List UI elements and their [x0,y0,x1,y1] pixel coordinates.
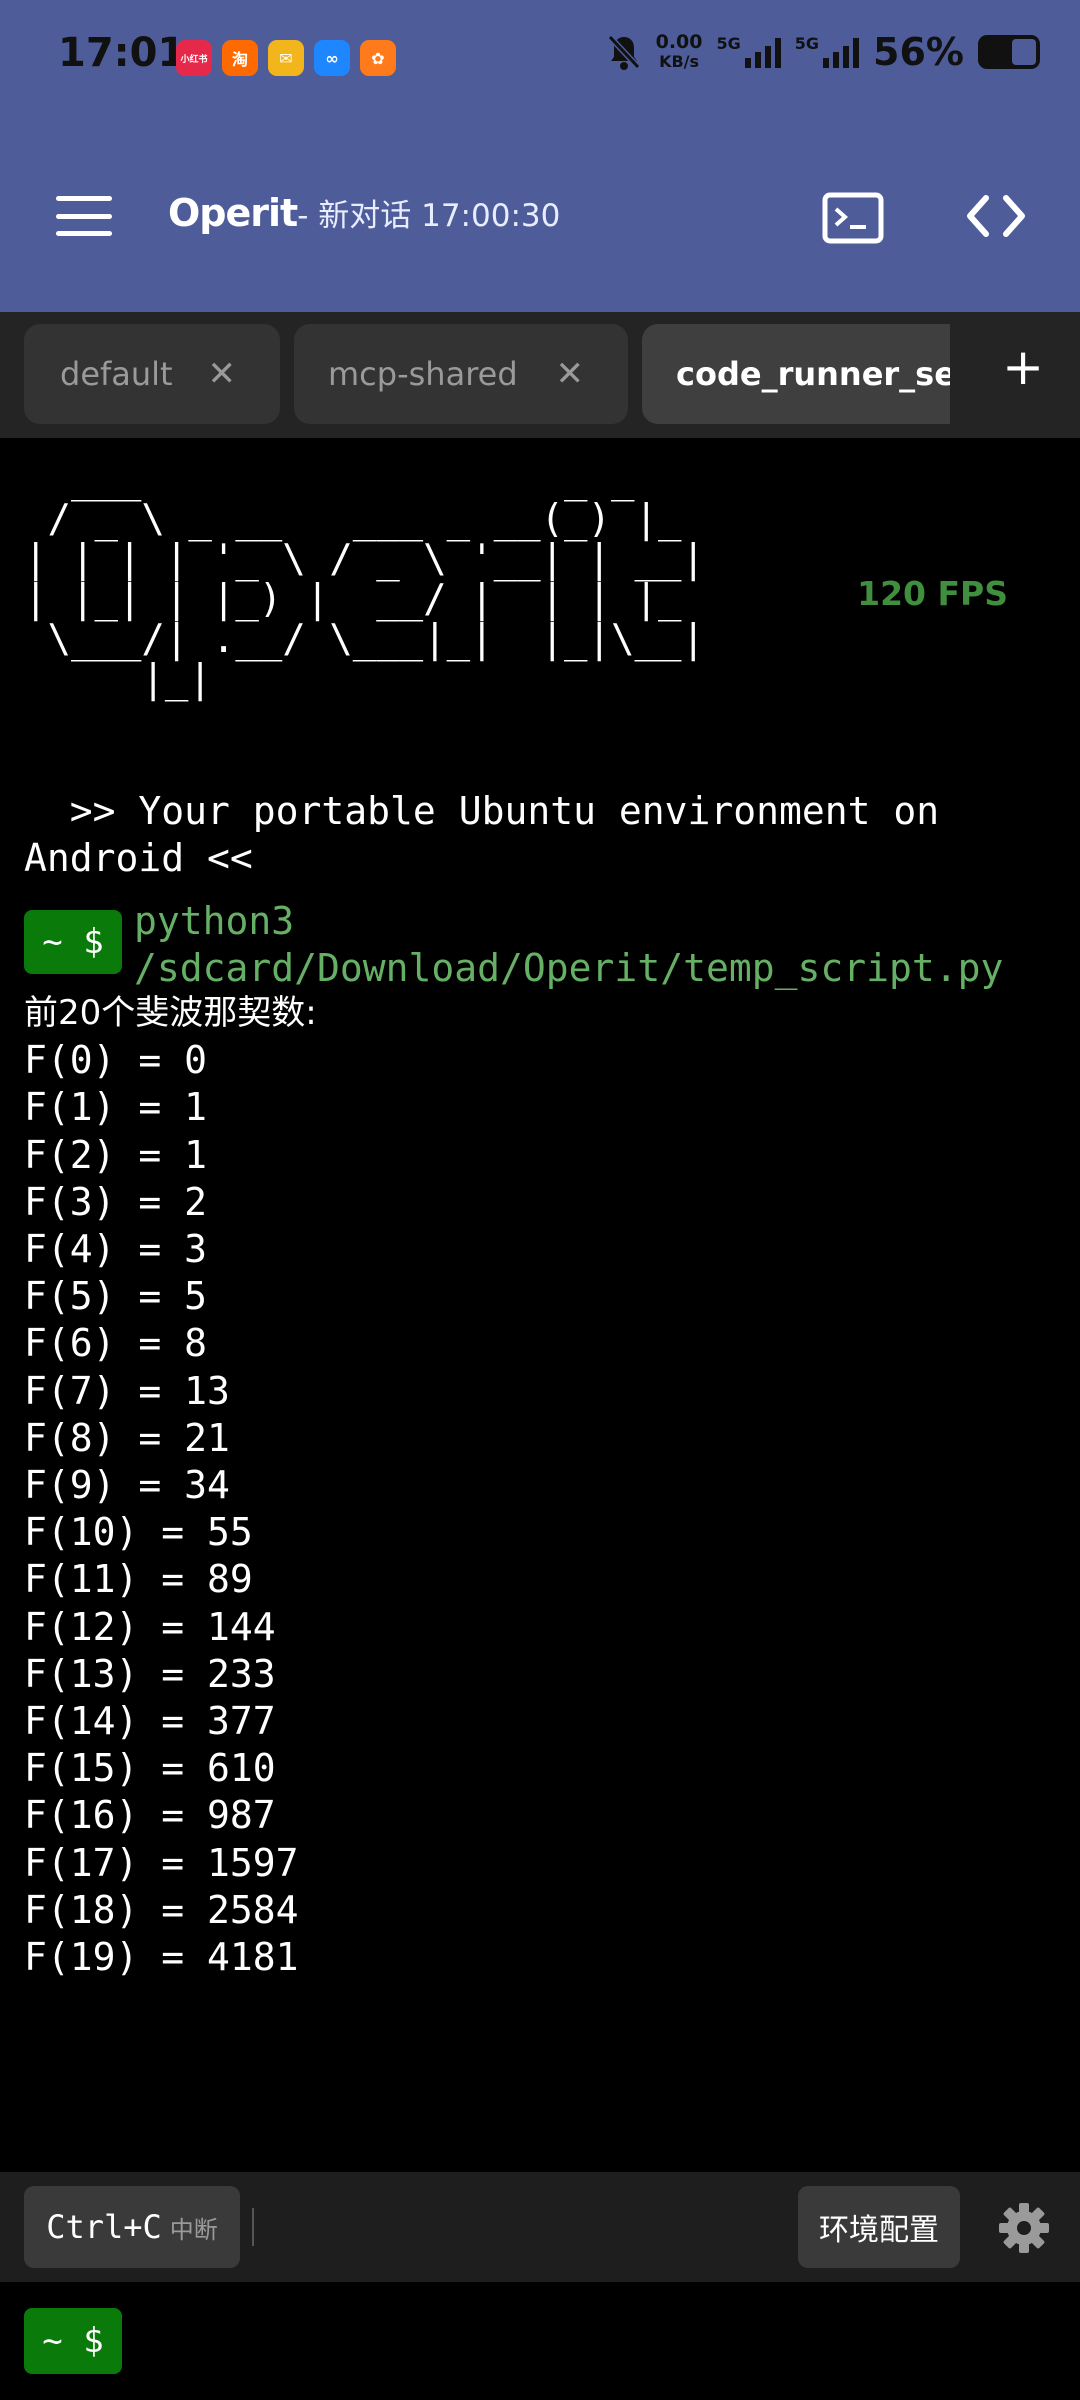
page-title: Operit - 新对话 17:00:30 [168,190,560,235]
link-app-icon: ∞ [314,40,350,76]
output-line: F(6) = 8 [24,1321,208,1366]
status-time: 17:01 [58,30,186,76]
session-tabs: default ✕ mcp-shared ✕ code_runner_sessi… [0,312,1080,438]
output-line: F(2) = 1 [24,1132,208,1177]
ctrl-c-key: Ctrl+C [46,2208,162,2246]
output-heading: 前20个斐波那契数: [24,993,317,1033]
conversation-subtitle: - 新对话 17:00:30 [297,198,561,234]
env-config-button[interactable]: 环境配置 [798,2186,960,2268]
output-line: F(18) = 2584 [24,1887,299,1932]
taobao-icon: 淘 [222,40,258,76]
mail-icon: ✉ [268,40,304,76]
output-line: F(11) = 89 [24,1557,253,1602]
terminal-output[interactable]: ___ _ _ / _ \ _ __ ___ _ __(_) |_ | | | … [0,438,1080,2172]
output-line: F(9) = 34 [24,1463,230,1508]
command-text: python3 /sdcard/Download/Operit/temp_scr… [134,899,1004,990]
net-type-1: 5G [716,33,741,53]
output-line: F(4) = 3 [24,1227,208,1272]
ctrl-c-button[interactable]: Ctrl+C 中断 [24,2186,240,2268]
divider [252,2208,254,2246]
output-line: F(16) = 987 [24,1793,276,1838]
battery-icon [978,35,1040,69]
output-line: F(15) = 610 [24,1746,276,1791]
tab-label: mcp-shared [328,355,518,393]
output-line: F(8) = 21 [24,1415,230,1460]
ascii-banner: ___ _ _ / _ \ _ __ ___ _ __(_) |_ | | | … [24,457,705,702]
battery-percent: 56% [873,30,964,74]
output-line: F(3) = 2 [24,1179,208,1224]
tab-label: default [60,355,173,393]
output-line: F(13) = 233 [24,1651,276,1696]
net-type-2: 5G [794,33,820,53]
ctrl-c-hint: 中断 [169,2215,218,2244]
terminal-input[interactable]: ~ $ [0,2282,1080,2400]
output-line: F(0) = 0 [24,1038,208,1083]
terminal-toolbar: Ctrl+C 中断 环境配置 [0,2172,1080,2282]
fps-counter: 120 FPS [857,574,1008,613]
output-line: F(10) = 55 [24,1510,253,1555]
code-icon[interactable] [964,192,1028,240]
network-speed: 0.00 KB/s [656,32,703,72]
status-indicators: 0.00 KB/s 5G 5G 56% [606,30,1040,74]
program-output: 前20个斐波那契数: F(0) = 0 F(1) = 1 F(2) = 1 F(3) … [24,990,317,1981]
signal-strength-icon [744,36,781,68]
tab-code-runner-session[interactable]: code_runner_session [642,324,950,424]
close-icon[interactable]: ✕ [208,354,237,394]
input-prompt-badge: ~ $ [24,2308,122,2374]
tab-label: code_runner_session [676,355,950,393]
mute-bell-icon [607,34,640,70]
add-tab-button[interactable]: + [1002,338,1044,396]
tab-default[interactable]: default ✕ [24,324,280,424]
net-speed-unit: KB/s [659,52,700,71]
output-line: F(14) = 377 [24,1699,276,1744]
close-icon[interactable]: ✕ [556,354,585,394]
output-line: F(5) = 5 [24,1274,208,1319]
output-line: F(1) = 1 [24,1085,208,1130]
terminal-icon[interactable] [822,192,884,244]
output-line: F(17) = 1597 [24,1840,299,1885]
app-name: Operit [168,191,298,235]
delivery-app-icon: ✿ [360,40,396,76]
notification-icons: 小红书淘 ✉ ∞ ✿ [176,40,396,76]
xiaohongshu-icon: 小红书 [176,40,212,76]
gear-icon[interactable] [998,2202,1050,2254]
output-line: F(19) = 4181 [24,1935,299,1980]
tab-mcp-shared[interactable]: mcp-shared ✕ [294,324,628,424]
app-header: 17:01 小红书淘 ✉ ∞ ✿ 0.00 KB/s 5G 5G 56% Operit… [0,0,1080,312]
welcome-tagline: >> Your portable Ubuntu environment on A… [24,789,963,880]
output-line: F(7) = 13 [24,1368,230,1413]
signal-strength-icon-2 [823,36,860,68]
menu-icon[interactable] [56,196,112,236]
prompt-badge: ~ $ [24,910,122,974]
output-line: F(12) = 144 [24,1604,276,1649]
net-speed-value: 0.00 [655,31,703,53]
